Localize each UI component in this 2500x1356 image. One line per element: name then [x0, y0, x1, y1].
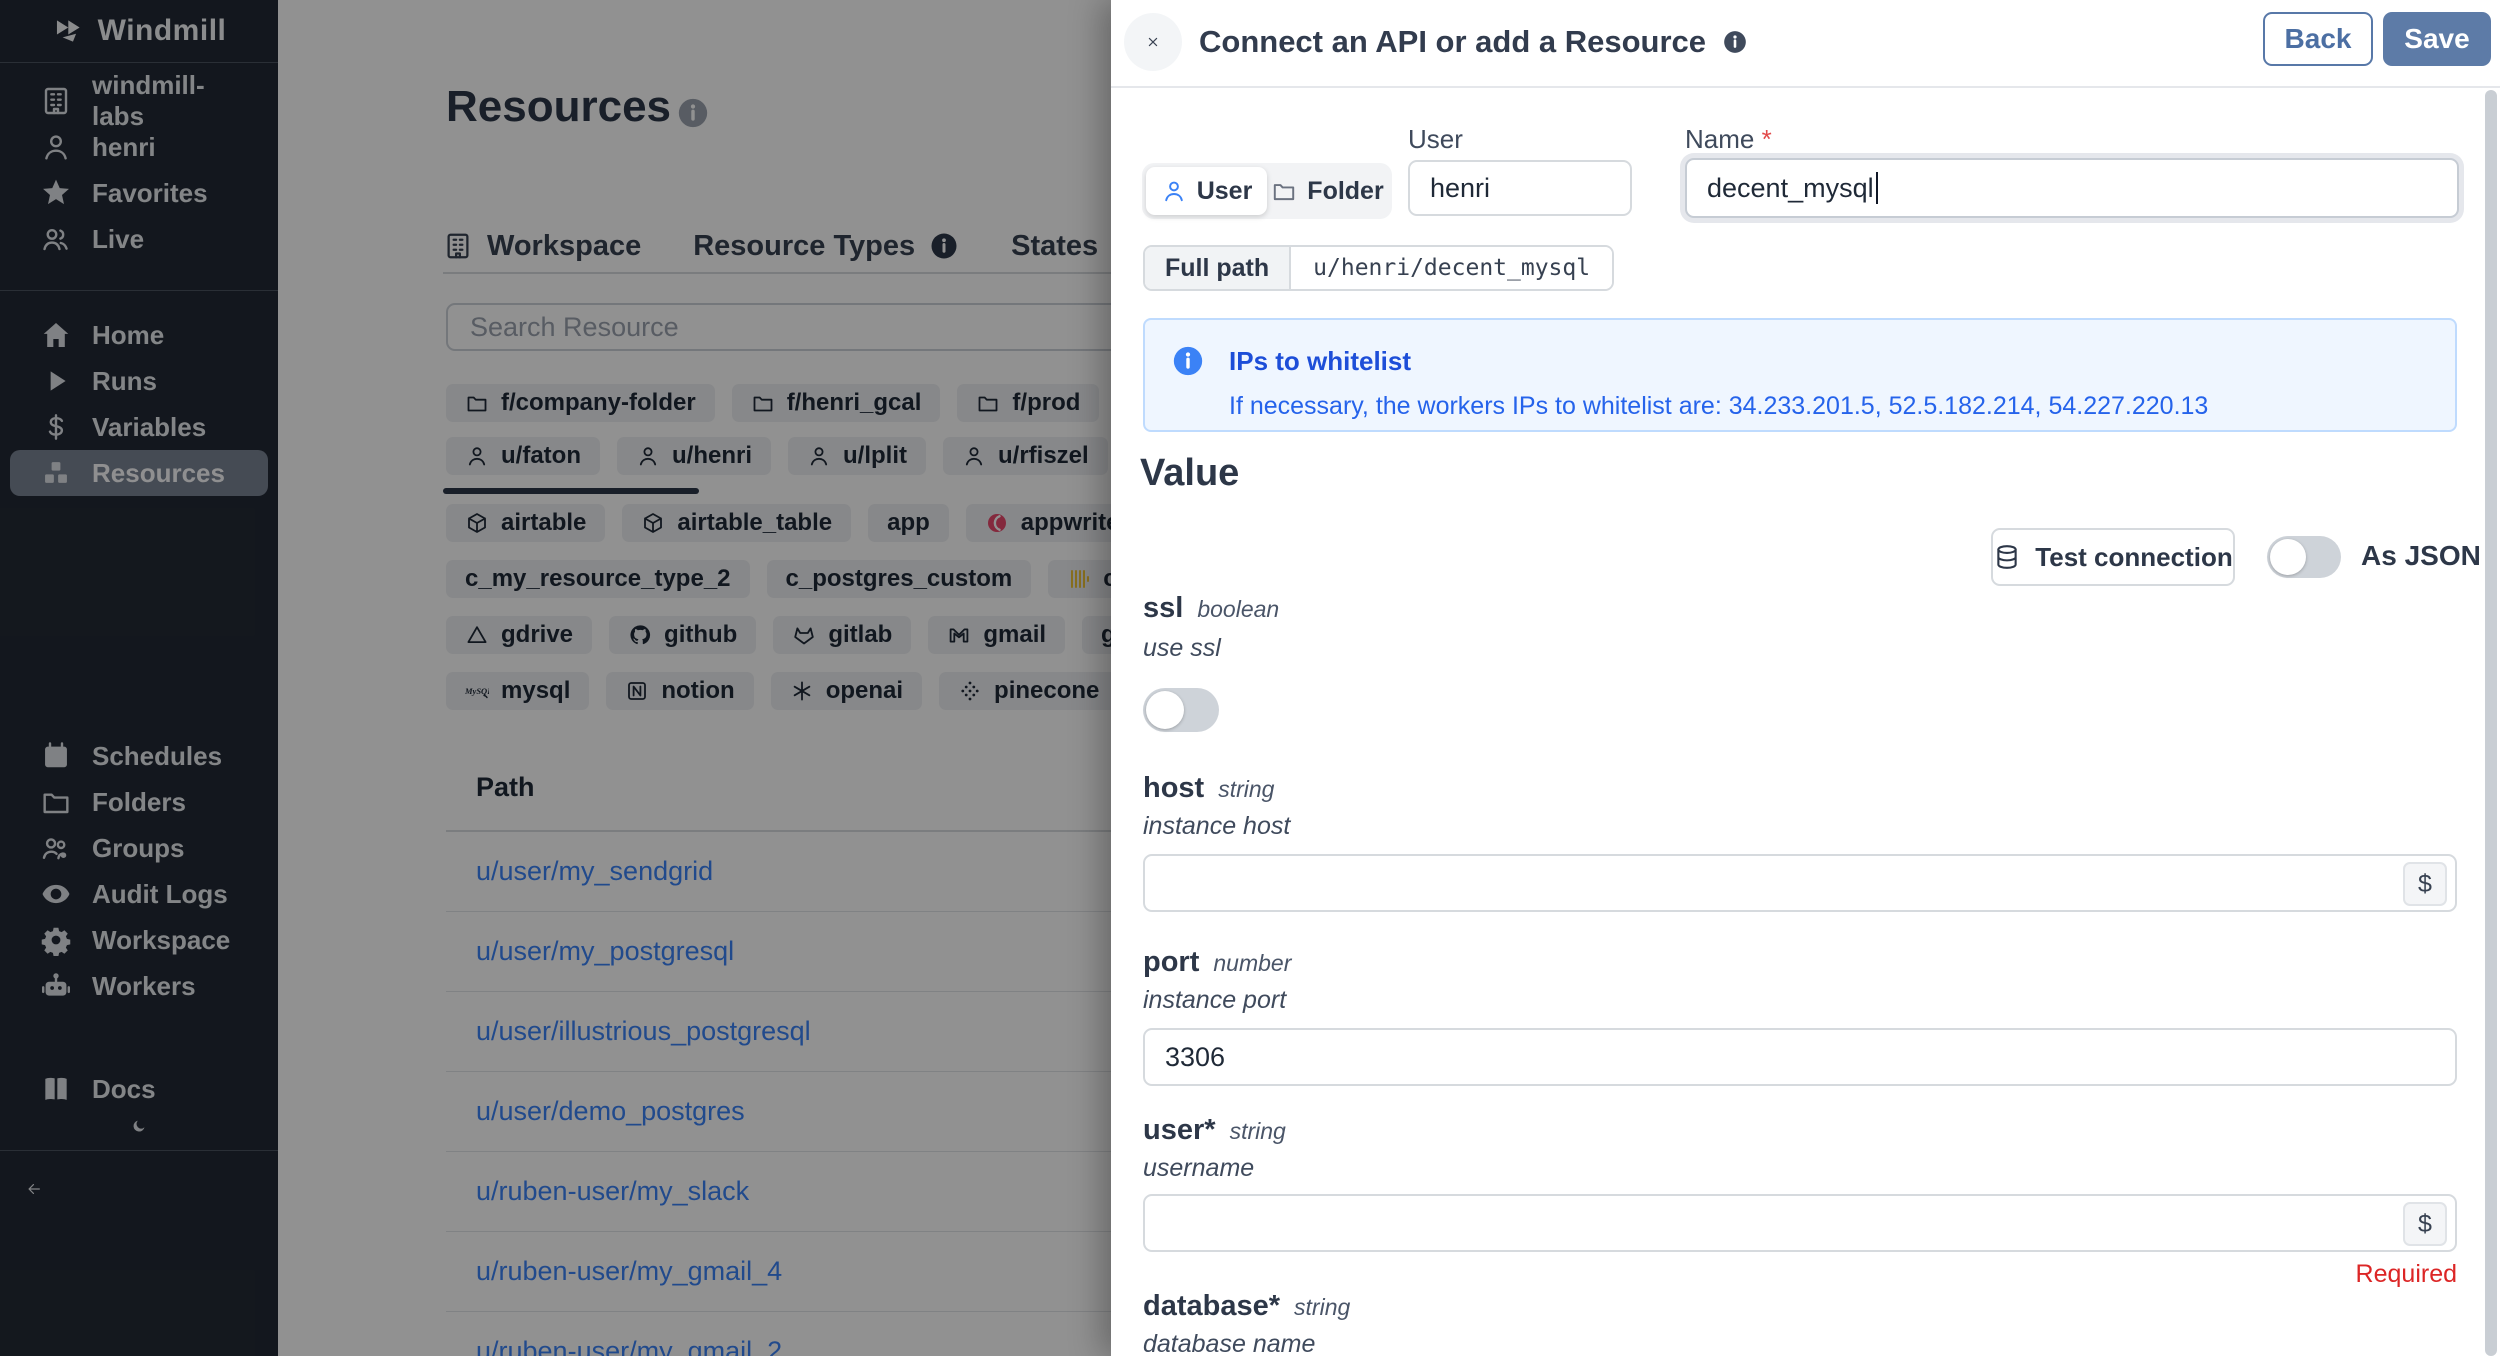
insert-variable-button[interactable]: $: [2403, 862, 2447, 906]
infobox-title: IPs to whitelist: [1229, 346, 1412, 376]
toggle-knob: [2270, 539, 2306, 575]
resource-name-value: decent_mysql: [1707, 172, 1874, 203]
user-field-label: User: [1408, 124, 1463, 154]
full-path-value: u/henri/decent_mysql: [1291, 247, 1613, 289]
infobox-body: If necessary, the workers IPs to whiteli…: [1229, 392, 2209, 420]
required-error: Required: [2355, 1260, 2457, 1288]
owner-user-segment[interactable]: User: [1146, 167, 1267, 215]
name-field-label: Name *: [1685, 124, 1772, 154]
required-asterisk: *: [1268, 1290, 1281, 1322]
segment-label: User: [1196, 176, 1253, 205]
field-type: string: [1218, 776, 1275, 802]
field-desc-host: instance host: [1143, 812, 1291, 840]
ssl-toggle[interactable]: [1143, 688, 1219, 732]
field-name-host: host string: [1143, 772, 1275, 804]
test-connection-button[interactable]: Test connection: [1991, 528, 2235, 586]
person-icon: [1161, 178, 1187, 204]
field-type: boolean: [1197, 596, 1280, 622]
required-asterisk: *: [1761, 124, 1772, 154]
field-type: string: [1229, 1118, 1286, 1144]
field-desc-user: username: [1143, 1154, 1255, 1182]
field-name-user: user* string: [1143, 1114, 1286, 1146]
toggle-knob: [1146, 691, 1184, 729]
owner-user-value: henri: [1430, 172, 1491, 203]
info-icon: [1171, 344, 1205, 378]
required-asterisk: *: [1204, 1114, 1216, 1146]
owner-kind-toggle: User Folder: [1142, 163, 1392, 219]
save-button[interactable]: Save: [2383, 12, 2491, 66]
segment-label: Folder: [1307, 176, 1384, 205]
ips-whitelist-infobox: IPs to whitelist If necessary, the worke…: [1143, 318, 2457, 432]
test-connection-label: Test connection: [2035, 541, 2233, 572]
close-drawer-button[interactable]: [1124, 13, 1182, 71]
drawer-backdrop[interactable]: [0, 0, 1111, 1356]
field-desc-database: database name: [1143, 1330, 1316, 1356]
back-button[interactable]: Back: [2263, 12, 2373, 66]
close-icon: [1145, 34, 1161, 50]
port-value: 3306: [1165, 1041, 1226, 1072]
as-json-toggle[interactable]: [2267, 536, 2341, 578]
insert-variable-button[interactable]: $: [2403, 1202, 2447, 1246]
resource-drawer: Connect an API or add a Resource Back Sa…: [1111, 0, 2500, 1356]
folder-icon: [1271, 178, 1297, 204]
info-icon[interactable]: [1722, 29, 1748, 55]
resource-name-input[interactable]: decent_mysql: [1685, 158, 2459, 218]
as-json-label: As JSON: [2361, 540, 2481, 571]
full-path-label: Full path: [1145, 247, 1292, 289]
host-input[interactable]: $: [1143, 854, 2457, 912]
owner-folder-segment[interactable]: Folder: [1267, 167, 1388, 215]
field-name-database: database* string: [1143, 1290, 1351, 1322]
field-name-port: port number: [1143, 946, 1292, 978]
field-desc-ssl: use ssl: [1143, 634, 1221, 662]
port-input[interactable]: 3306: [1143, 1028, 2457, 1086]
windmill-app: Windmill windmill-labs henri Favorites Live…: [0, 0, 2500, 1356]
owner-user-input[interactable]: henri: [1408, 160, 1632, 216]
value-heading: Value: [1140, 452, 1240, 494]
drawer-scrollbar[interactable]: [2485, 90, 2497, 1356]
field-name-ssl: ssl boolean: [1143, 592, 1280, 624]
user-input[interactable]: $: [1143, 1194, 2457, 1252]
field-desc-port: instance port: [1143, 986, 1287, 1014]
full-path-display: Full path u/henri/decent_mysql: [1143, 245, 1615, 291]
database-icon: [1993, 543, 2021, 571]
field-type: string: [1294, 1294, 1351, 1320]
drawer-title: Connect an API or add a Resource: [1199, 24, 1748, 60]
text-caret: [1875, 172, 1879, 204]
drawer-title-text: Connect an API or add a Resource: [1199, 24, 1707, 59]
field-type: number: [1213, 950, 1292, 976]
